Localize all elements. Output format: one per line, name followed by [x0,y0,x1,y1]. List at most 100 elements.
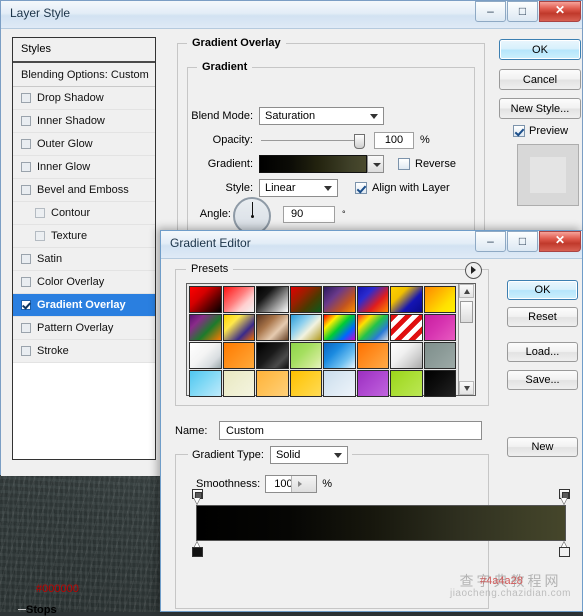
scroll-down-icon[interactable] [459,381,474,395]
gradient-preset-swatch[interactable] [289,314,322,341]
sidebar-item-stroke[interactable]: Stroke [13,340,155,363]
scroll-up-icon[interactable] [459,284,474,298]
smoothness-input[interactable]: 100 [265,475,318,493]
style-effect-checkbox[interactable] [21,323,31,333]
gradient-preset-swatch[interactable] [356,314,389,341]
gradient-type-select[interactable]: Solid [269,446,348,464]
gradient-preset-swatch[interactable] [323,314,356,341]
reset-button[interactable]: Reset [507,307,578,327]
gradient-preset-swatch[interactable] [189,342,222,369]
load-button[interactable]: Load... [507,342,578,362]
close-button[interactable]: ✕ [539,1,581,22]
gradient-preset-swatch[interactable] [356,342,389,369]
minimize-button[interactable]: – [475,1,506,22]
sidebar-item-contour[interactable]: Contour [13,202,155,225]
style-effect-checkbox[interactable] [21,116,31,126]
gradient-preset-swatch[interactable] [423,286,456,313]
gradient-preset-swatch[interactable] [390,342,423,369]
gradient-preset-swatch[interactable] [189,286,222,313]
angle-input[interactable]: 90 [283,205,335,223]
close-button[interactable]: ✕ [539,231,581,252]
save-button[interactable]: Save... [507,370,578,390]
reverse-checkbox[interactable] [398,158,410,170]
sidebar-item-color-overlay[interactable]: Color Overlay [13,271,155,294]
style-effect-checkbox[interactable] [21,93,31,103]
sidebar-item-texture[interactable]: Texture [13,225,155,248]
preview-checkbox[interactable] [513,125,525,137]
gradient-preset-swatch[interactable] [222,314,255,341]
gradient-preset-swatch[interactable] [222,370,255,397]
opacity-stop-right[interactable] [559,489,570,504]
style-effect-checkbox[interactable] [35,208,45,218]
gradient-preset-swatch[interactable] [390,314,423,341]
style-effect-checkbox[interactable] [21,346,31,356]
gradient-preset-swatch[interactable] [356,370,389,397]
blend-mode-select[interactable]: Saturation [259,107,384,125]
style-effect-checkbox[interactable] [21,300,31,310]
gradient-preset-swatch[interactable] [289,286,322,313]
gradient-preset-swatch[interactable] [323,342,356,369]
style-effect-checkbox[interactable] [21,254,31,264]
presets-menu-icon[interactable] [465,262,482,279]
sidebar-item-inner-shadow[interactable]: Inner Shadow [13,110,155,133]
gradient-picker-dropdown[interactable] [367,155,384,173]
sidebar-item-satin[interactable]: Satin [13,248,155,271]
gradient-preview-bar[interactable] [196,505,566,541]
gradient-preset-swatch[interactable] [222,286,255,313]
minimize-button[interactable]: – [475,231,506,252]
opacity-slider-thumb[interactable] [354,133,365,149]
scrollbar-thumb[interactable] [460,301,473,323]
gradient-preset-swatch[interactable] [256,286,289,313]
gradient-preset-swatch[interactable] [323,286,356,313]
gradient-preset-swatch[interactable] [423,314,456,341]
align-with-layer-checkbox[interactable] [355,182,367,194]
gradient-preset-swatch[interactable] [289,370,322,397]
opacity-slider[interactable] [261,133,365,149]
gradient-preset-swatch[interactable] [256,370,289,397]
new-preset-button[interactable]: New [507,437,578,457]
sidebar-item-inner-glow[interactable]: Inner Glow [13,156,155,179]
gradient-preset-swatch[interactable] [390,286,423,313]
ok-button[interactable]: OK [499,39,581,60]
gradient-style-select[interactable]: Linear [259,179,338,197]
gradient-name-input[interactable]: Custom [219,421,482,440]
gradient-preset-swatch[interactable] [256,342,289,369]
style-effect-checkbox[interactable] [21,162,31,172]
gradient-preset-swatch[interactable] [222,342,255,369]
style-effect-checkbox[interactable] [21,185,31,195]
gradient-preset-swatch[interactable] [189,370,222,397]
sidebar-item-drop-shadow[interactable]: Drop Shadow [13,87,155,110]
color-stop-left[interactable] [192,542,203,557]
sidebar-item-pattern-overlay[interactable]: Pattern Overlay [13,317,155,340]
color-stop-right-body [559,547,570,557]
sidebar-item-bevel-and-emboss[interactable]: Bevel and Emboss [13,179,155,202]
ok-button[interactable]: OK [507,280,578,300]
new-style-button[interactable]: New Style... [499,98,581,119]
cancel-button[interactable]: Cancel [499,69,581,90]
presets-label: Presets [186,263,234,275]
gradient-preset-swatch[interactable] [390,370,423,397]
sidebar-item-outer-glow[interactable]: Outer Glow [13,133,155,156]
opacity-input[interactable]: 100 [374,131,414,149]
preview-checkbox-row[interactable]: Preview [513,125,568,137]
smoothness-spinner-icon[interactable] [291,476,317,492]
gradient-preset-swatch[interactable] [189,314,222,341]
gradient-preset-swatch[interactable] [356,286,389,313]
opacity-stop-left[interactable] [192,489,203,504]
style-effect-checkbox[interactable] [21,277,31,287]
gradient-preset-swatch[interactable] [323,370,356,397]
color-stop-right[interactable] [559,542,570,557]
gradient-preset-swatch[interactable] [423,342,456,369]
style-effect-checkbox[interactable] [35,231,45,241]
gradient-preview-swatch[interactable] [259,155,367,173]
maximize-button[interactable]: □ [507,231,538,252]
gradient-preset-swatch[interactable] [423,370,456,397]
gradient-preset-swatch[interactable] [256,314,289,341]
presets-listbox[interactable] [186,283,476,397]
sidebar-item-blending-options[interactable]: Blending Options: Custom [13,63,155,87]
presets-scrollbar[interactable] [458,284,475,395]
sidebar-item-gradient-overlay[interactable]: Gradient Overlay [13,294,155,317]
style-effect-checkbox[interactable] [21,139,31,149]
gradient-preset-swatch[interactable] [289,342,322,369]
maximize-button[interactable]: □ [507,1,538,22]
